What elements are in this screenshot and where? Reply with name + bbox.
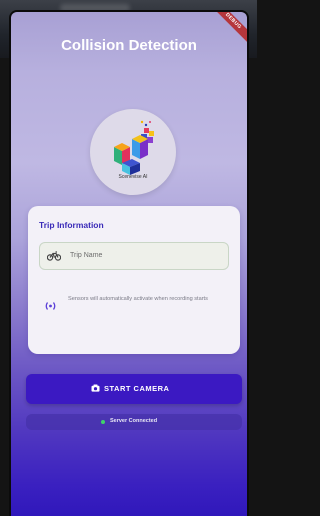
app-title: Collision Detection — [61, 37, 197, 54]
app-logo: Scenevise AI — [90, 109, 176, 195]
start-camera-button[interactable]: START CAMERA — [26, 374, 242, 404]
status-dot-icon — [101, 420, 105, 424]
camera-icon — [91, 384, 100, 392]
trip-name-placeholder: Trip Name — [70, 252, 103, 259]
logo-cubes-icon — [114, 120, 154, 175]
server-status-badge: Server Connected — [26, 414, 242, 430]
logo-caption: Scenevise AI — [118, 174, 148, 180]
sensor-icon — [45, 302, 56, 310]
bike-icon — [47, 251, 61, 261]
card-title: Trip Information — [39, 220, 104, 230]
trip-information-card: Trip Information Trip Name Sensors will … — [28, 206, 240, 354]
app-screen: DEBUG Collision Detection Scenevise AI T… — [11, 12, 247, 516]
sensor-note: Sensors will automatically activate when… — [39, 292, 229, 322]
sensor-note-text: Sensors will automatically activate when… — [68, 296, 208, 302]
server-status-text: Server Connected — [110, 418, 158, 424]
start-camera-label: START CAMERA — [104, 384, 170, 393]
trip-name-input[interactable]: Trip Name — [39, 242, 229, 270]
